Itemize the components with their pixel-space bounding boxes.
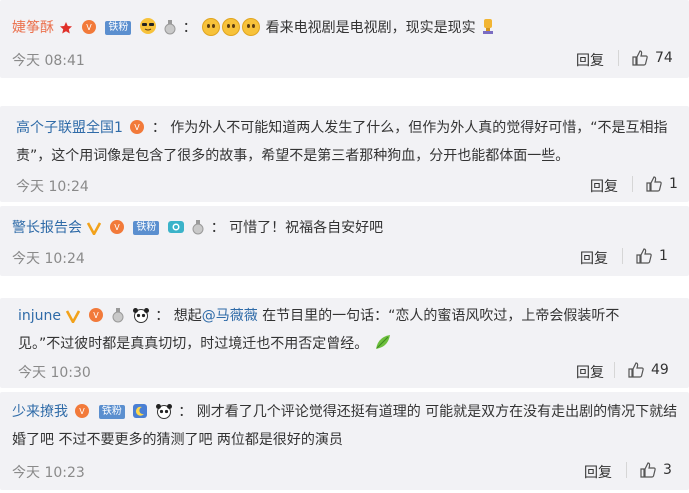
colon: ： <box>151 120 166 136</box>
username-link[interactable]: 少来撩我 <box>12 404 68 420</box>
vip-crown-icon: V <box>88 308 103 322</box>
vip-crown-icon: V <box>81 20 96 34</box>
thumbs-up-icon <box>628 362 644 378</box>
comment-card: 高个子联盟全国1 V ： 作为外人不可能知道两人发生了什么，但作为外人真的觉得好… <box>0 106 689 202</box>
svg-text:V: V <box>135 123 141 132</box>
divider <box>622 248 623 264</box>
comment-body: 少来撩我 V 铁粉 ： 刚才看了几个评论觉得还挺有道理的 可能就是双方在没有走出… <box>12 398 679 454</box>
comment-text: 看来电视剧是电视剧，现实是现实 <box>265 20 476 36</box>
comment-card: 少来撩我 V 铁粉 ： 刚才看了几个评论觉得还挺有道理的 可能就是双方在没有走出… <box>0 392 689 490</box>
face-emoji-icon <box>222 18 241 36</box>
like-button[interactable]: 1 <box>622 247 668 265</box>
verified-v-icon <box>66 310 81 323</box>
like-button[interactable]: 74 <box>618 49 673 67</box>
colon: ： <box>210 220 225 236</box>
comment-time: 今天 10:24 <box>12 251 85 267</box>
username-link[interactable]: injune <box>18 308 61 324</box>
svg-text:V: V <box>114 223 120 232</box>
comment-time: 今天 10:30 <box>18 365 91 381</box>
fan-badge: 铁粉 <box>105 21 132 35</box>
star-badge-icon <box>60 22 73 34</box>
divider <box>626 462 627 478</box>
username-link[interactable]: 警长报告会 <box>12 220 82 236</box>
svg-text:V: V <box>93 311 99 320</box>
panda-badge-icon <box>155 404 172 419</box>
thumbs-up-icon <box>636 248 652 264</box>
vip-crown-icon: V <box>75 404 90 418</box>
sunglasses-emoji-icon <box>139 18 156 34</box>
face-emoji-icon <box>242 18 261 36</box>
like-count: 1 <box>669 176 678 192</box>
reply-button[interactable]: 回复 <box>580 248 608 268</box>
vip-crown-icon: V <box>109 220 124 234</box>
comment-body: 警长报告会 V 铁粉 ： 可惜了！祝福各自安好吧 <box>12 214 675 242</box>
mention-link[interactable]: @马薇薇 <box>202 308 258 324</box>
comment-body: 婕筝酥 V 铁粉 ： 看来电视剧是电视剧，现实是现实 <box>12 14 675 42</box>
comment-time: 今天 10:24 <box>16 179 89 195</box>
comment-body: injune V ： 想起@马薇薇 在节目里的一句话：“恋人的蜜语风吹过，上帝会… <box>18 302 659 358</box>
verified-v-icon <box>87 222 102 235</box>
reply-button[interactable]: 回复 <box>590 176 618 196</box>
medal-icon <box>164 20 176 35</box>
divider <box>632 176 633 192</box>
medal-icon <box>112 308 124 323</box>
username-link[interactable]: 婕筝酥 <box>12 20 54 36</box>
reply-button[interactable]: 回复 <box>576 362 604 382</box>
comment-card: 警长报告会 V 铁粉 ： 可惜了！祝福各自安好吧 今天 10:24 回复 1 <box>0 206 689 276</box>
reply-button[interactable]: 回复 <box>576 50 604 70</box>
comment-card: injune V ： 想起@马薇薇 在节目里的一句话：“恋人的蜜语风吹过，上帝会… <box>0 298 689 388</box>
face-emoji-icon <box>202 18 221 36</box>
like-button[interactable]: 1 <box>632 175 678 193</box>
comment-body: 高个子联盟全国1 V ： 作为外人不可能知道两人发生了什么，但作为外人真的觉得好… <box>16 114 675 170</box>
leaf-emoji-icon <box>375 335 390 349</box>
username-link[interactable]: 高个子联盟全国1 <box>16 120 123 136</box>
thumbs-up-icon <box>632 50 648 66</box>
like-count: 49 <box>651 362 669 378</box>
svg-text:V: V <box>80 407 86 416</box>
vip-crown-icon: V <box>130 120 145 134</box>
comment-text: 想起 <box>173 308 202 324</box>
comment-card: 婕筝酥 V 铁粉 ： 看来电视剧是电视剧，现实是现实 今天 08:41 回复 7… <box>0 0 689 78</box>
thumbs-up-icon <box>646 176 662 192</box>
panda-badge-icon <box>132 308 149 323</box>
divider <box>618 50 619 66</box>
comment-text: 可惜了！祝福各自安好吧 <box>229 220 384 236</box>
fan-badge: 铁粉 <box>98 405 125 419</box>
fan-badge: 铁粉 <box>133 221 160 235</box>
like-button[interactable]: 3 <box>626 461 672 479</box>
like-count: 74 <box>655 50 673 66</box>
comment-time: 今天 08:41 <box>12 53 85 69</box>
colon: ： <box>182 20 197 36</box>
moon-badge-icon <box>133 404 148 418</box>
like-button[interactable]: 49 <box>614 361 669 379</box>
reply-button[interactable]: 回复 <box>584 462 612 482</box>
colon: ： <box>155 308 170 324</box>
divider <box>614 362 615 378</box>
camera-badge-icon <box>167 221 184 233</box>
trophy-emoji-icon <box>483 19 494 34</box>
svg-text:V: V <box>86 23 92 32</box>
colon: ： <box>178 404 193 420</box>
like-count: 3 <box>663 462 672 478</box>
thumbs-up-icon <box>640 462 656 478</box>
comment-text: 在节目里的一句话：“恋人的蜜语风吹过，上帝会假装听不见。”不过彼时都是真真切切，… <box>18 308 620 352</box>
medal-icon <box>192 220 204 235</box>
comment-time: 今天 10:23 <box>12 465 85 481</box>
like-count: 1 <box>659 248 668 264</box>
